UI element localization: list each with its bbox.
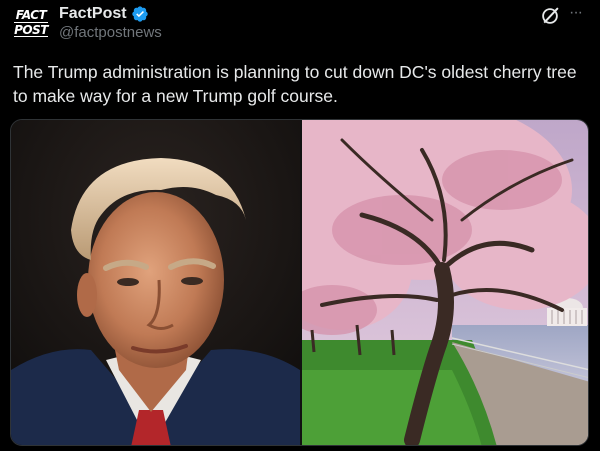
- more-options-icon[interactable]: ···: [569, 2, 591, 24]
- display-name[interactable]: FactPost: [59, 5, 127, 23]
- verified-badge-icon: [131, 6, 148, 22]
- post-text: The Trump administration is planning to …: [13, 62, 577, 106]
- handle[interactable]: @factpostnews: [59, 24, 162, 41]
- avatar-text-fact: FACT: [15, 8, 47, 22]
- media-grid[interactable]: [10, 119, 589, 446]
- name-row: FactPost: [59, 3, 149, 25]
- portrait-photo[interactable]: [11, 120, 300, 445]
- cherry-tree-illustration: [302, 120, 588, 445]
- avatar-text-post: POST: [14, 22, 48, 37]
- grok-icon[interactable]: [539, 5, 561, 27]
- post-header: FACT POST FactPost @factpostnews ···: [0, 0, 600, 55]
- portrait-illustration: [11, 120, 300, 445]
- avatar[interactable]: FACT POST: [14, 6, 48, 40]
- cherry-tree-photo[interactable]: [302, 120, 588, 445]
